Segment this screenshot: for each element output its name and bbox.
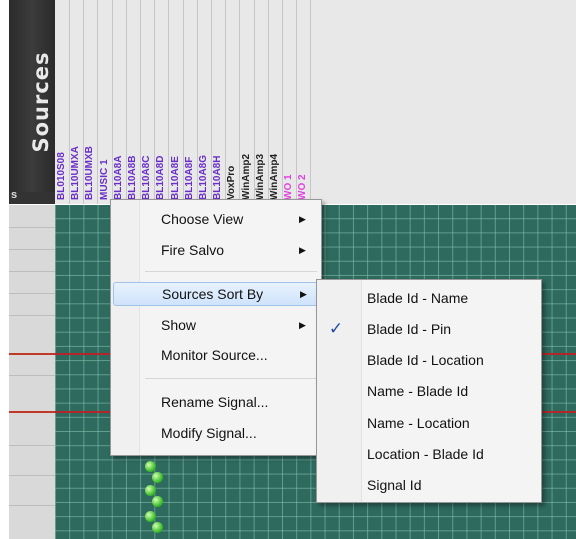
submenu-arrow-icon: ▶: [300, 289, 307, 299]
crosspoint-dot[interactable]: [152, 472, 163, 483]
menu-separator: [145, 378, 317, 379]
source-column[interactable]: WinAmp2: [240, 0, 255, 204]
sources-header-panel: Sources: [9, 0, 55, 203]
source-column-label: BL10A8A: [112, 155, 124, 200]
sort-option-label: Blade Id - Location: [367, 352, 484, 368]
crosspoint-dot[interactable]: [152, 496, 163, 507]
source-column-label: WinAmp3: [254, 153, 266, 200]
source-column[interactable]: BL10UMXA: [69, 0, 85, 204]
source-column-header: BL010S08 BL10UMXA BL10UMXB MUSIC 1 BL10A8A BL…: [55, 0, 576, 204]
source-column[interactable]: BL10A8D: [154, 0, 170, 204]
source-column-label: WinAmp2: [240, 153, 252, 200]
source-column-label: BL010S08: [56, 152, 67, 200]
submenu-arrow-icon: ▶: [299, 320, 306, 330]
source-column[interactable]: WinAmp4: [268, 0, 283, 204]
context-menu: Choose View ▶ Fire Salvo ▶ Sources Sort …: [110, 199, 322, 456]
source-column[interactable]: BL010S08: [55, 0, 70, 204]
source-column[interactable]: BL10A8F: [183, 0, 198, 204]
sort-option-label: Signal Id: [367, 477, 422, 493]
row-divider: [9, 315, 55, 316]
row-divider: [9, 375, 55, 376]
source-column-label: BL10A8C: [141, 155, 153, 200]
row-divider: [9, 293, 55, 294]
sort-option-label: Blade Id - Name: [367, 290, 469, 306]
source-column[interactable]: BL10A8E: [169, 0, 184, 204]
checkmark-icon: ✓: [328, 319, 344, 338]
source-column-label: WO 1: [283, 174, 295, 200]
source-column[interactable]: BL10A8B: [126, 0, 141, 204]
row-divider: [9, 505, 55, 506]
source-column[interactable]: BL10A8C: [140, 0, 156, 204]
row-divider: [9, 249, 55, 250]
source-column-label: BL10A8F: [183, 156, 195, 200]
sort-option-location-blade-id[interactable]: Location - Blade Id: [320, 439, 538, 470]
source-column[interactable]: BL10UMXB: [83, 0, 99, 204]
source-column[interactable]: VoxPro: [225, 0, 241, 204]
source-column[interactable]: MUSIC 1: [98, 0, 113, 204]
sort-option-blade-id-location[interactable]: Blade Id - Location: [320, 345, 538, 376]
menu-separator: [145, 271, 317, 272]
source-column-label: BL10A8D: [155, 155, 167, 200]
sort-option-signal-id[interactable]: Signal Id: [320, 470, 538, 501]
menu-item-show[interactable]: Show ▶: [113, 313, 318, 337]
row-divider: [9, 271, 55, 272]
menu-item-label: Sources Sort By: [162, 286, 264, 302]
row-divider: [9, 475, 55, 476]
menu-item-label: Show: [161, 317, 197, 333]
source-column-label: WinAmp4: [269, 153, 280, 200]
menu-item-label: Modify Signal...: [161, 425, 257, 441]
source-column-label: BL10UMXB: [84, 146, 96, 200]
row-divider: [9, 411, 55, 413]
menu-item-fire-salvo[interactable]: Fire Salvo ▶: [113, 238, 318, 262]
source-column[interactable]: WinAmp3: [254, 0, 269, 204]
menu-item-rename-signal[interactable]: Rename Signal...: [113, 390, 318, 414]
row-divider: [9, 445, 55, 446]
menu-item-modify-signal[interactable]: Modify Signal...: [113, 421, 318, 445]
crosspoint-dot[interactable]: [145, 461, 156, 472]
sort-option-name-blade-id[interactable]: Name - Blade Id: [320, 376, 538, 407]
sort-option-blade-id-name[interactable]: Blade Id - Name: [320, 283, 538, 314]
source-column[interactable]: BL10A8G: [197, 0, 212, 204]
row-labels: [9, 205, 55, 539]
menu-item-choose-view[interactable]: Choose View ▶: [113, 207, 318, 231]
menu-item-label: Rename Signal...: [161, 394, 269, 410]
source-column-label: BL10A8G: [198, 154, 209, 200]
source-column-label: VoxPro: [226, 165, 238, 200]
menu-item-label: Monitor Source...: [161, 347, 268, 363]
submenu-arrow-icon: ▶: [299, 245, 306, 255]
source-column-label: MUSIC 1: [98, 159, 110, 200]
crosspoint-dot[interactable]: [145, 485, 156, 496]
source-column-label: BL10UMXA: [70, 146, 82, 200]
sources-title: Sources: [29, 51, 53, 153]
corner-cell: s: [9, 189, 55, 204]
source-column[interactable]: BL10A8A: [112, 0, 127, 204]
source-column[interactable]: BL10A8H: [211, 0, 227, 204]
source-column-label: WO 2: [297, 174, 309, 200]
submenu-arrow-icon: ▶: [299, 214, 306, 224]
sort-option-label: Name - Blade Id: [367, 383, 469, 399]
sort-option-name-location[interactable]: Name - Location: [320, 408, 538, 439]
sort-option-label: Blade Id - Pin: [367, 321, 452, 337]
sort-option-label: Name - Location: [367, 415, 470, 431]
crosspoint-dot[interactable]: [145, 511, 156, 522]
row-divider: [9, 227, 55, 228]
sort-option-blade-id-pin[interactable]: ✓ Blade Id - Pin: [320, 314, 538, 345]
menu-item-monitor-source[interactable]: Monitor Source...: [113, 343, 318, 367]
corner-label: s: [11, 189, 18, 201]
sort-by-submenu: Blade Id - Name ✓ Blade Id - Pin Blade I…: [316, 279, 542, 503]
crosspoint-dot[interactable]: [152, 522, 163, 533]
sort-option-label: Location - Blade Id: [367, 446, 484, 462]
source-column[interactable]: WO 2: [296, 0, 312, 204]
row-divider: [9, 353, 55, 355]
source-column-label: BL10A8B: [127, 155, 138, 200]
source-column-label: BL10A8E: [169, 156, 181, 200]
menu-item-label: Fire Salvo: [161, 242, 225, 258]
source-column[interactable]: WO 1: [282, 0, 298, 204]
menu-item-sources-sort-by[interactable]: Sources Sort By ▶: [113, 282, 320, 306]
source-column-label: BL10A8H: [212, 155, 224, 200]
menu-item-label: Choose View: [161, 211, 244, 227]
